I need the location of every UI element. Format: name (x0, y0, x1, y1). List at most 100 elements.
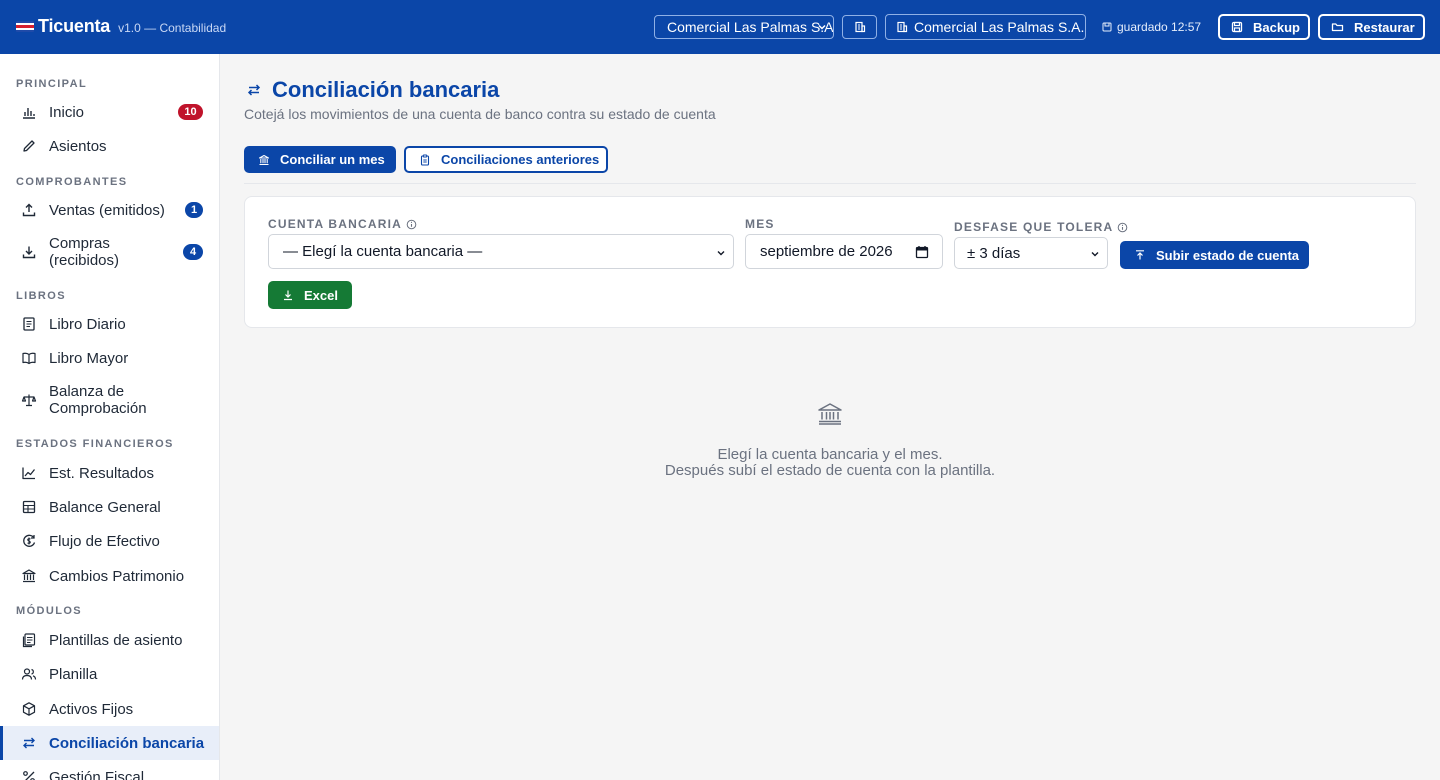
notification-badge: 10 (178, 104, 203, 120)
sidebar-item-libro-diario[interactable]: Libro Diario (0, 307, 219, 341)
saved-status-text: guardado 12:57 (1117, 20, 1202, 34)
sidebar-section-libros: LIBROS (16, 290, 66, 302)
upload-statement-button[interactable]: Subir estado de cuenta (1120, 241, 1309, 269)
info-icon[interactable] (406, 219, 417, 230)
empty-state-line-1: Elegí la cuenta bancaria y el mes. (717, 446, 943, 463)
restore-button[interactable]: Restaurar (1318, 14, 1425, 40)
sidebar-item-balanza[interactable]: Balanza de Comprobación (0, 375, 219, 425)
saved-status: guardado 12:57 (1102, 20, 1201, 34)
sidebar-item-inicio[interactable]: Inicio 10 (0, 95, 219, 129)
sidebar-item-flujo-efectivo[interactable]: Flujo de Efectivo (0, 524, 219, 558)
template-icon (22, 633, 36, 648)
sidebar-section-modulos: MÓDULOS (16, 605, 83, 617)
divider (244, 183, 1416, 184)
table-icon (22, 500, 36, 514)
sidebar-item-label: Conciliación bancaria (49, 734, 205, 752)
save-icon (1231, 21, 1243, 33)
clipboard-icon (420, 154, 430, 166)
sidebar-item-activos-fijos[interactable]: Activos Fijos (0, 692, 219, 726)
journal-icon (23, 317, 35, 331)
filters-card: CUENTA BANCARIA — Elegí la cuenta bancar… (244, 196, 1416, 328)
sidebar-item-label: Balanza de Comprobación (49, 383, 147, 417)
sidebar-item-label: Planilla (49, 665, 98, 683)
bank-icon (818, 403, 842, 425)
tab-conciliar-un-mes[interactable]: Conciliar un mes (244, 146, 396, 173)
download-icon (22, 246, 36, 259)
top-bar: Ticuenta v1.0 — Contabilidad Comercial L… (0, 0, 1440, 54)
sidebar-item-label: Cambios Patrimonio (49, 567, 185, 585)
sidebar-item-label: Inicio (49, 103, 85, 121)
bank-icon (22, 569, 36, 583)
upload-icon (22, 203, 36, 217)
brand[interactable]: Ticuenta v1.0 — Contabilidad (16, 16, 226, 37)
bar-chart-icon (23, 108, 35, 119)
sidebar-item-conciliacion-bancaria[interactable]: Conciliación bancaria (0, 726, 219, 760)
sidebar-item-label: Flujo de Efectivo (49, 532, 160, 550)
account-label: CUENTA BANCARIA (268, 217, 417, 231)
company-select[interactable]: Comercial Las Palmas S.A. (654, 15, 834, 39)
excel-download-button[interactable]: Excel (268, 281, 352, 309)
count-badge: 1 (185, 202, 203, 218)
sidebar-item-label: Gestión Fiscal (49, 768, 145, 780)
sidebar-item-planilla[interactable]: Planilla (0, 657, 219, 691)
company-name-button[interactable]: Comercial Las Palmas S.A. (885, 14, 1086, 40)
sidebar-section-comprobantes: COMPROBANTES (16, 176, 128, 188)
scale-icon (21, 394, 37, 407)
brand-name: Ticuenta (38, 16, 111, 36)
sidebar-item-label: Balance General (49, 498, 161, 516)
folder-icon (1331, 23, 1344, 32)
sidebar-item-label: Asientos (49, 137, 107, 155)
sidebar-item-label: Libro Mayor (49, 349, 129, 367)
backup-button-label: Backup (1253, 19, 1300, 35)
backup-button[interactable]: Backup (1218, 14, 1310, 40)
sidebar-item-plantillas[interactable]: Plantillas de asiento (0, 623, 219, 657)
sidebar-item-label: Compras (recibidos) (49, 235, 120, 269)
sidebar-item-label: Plantillas de asiento (49, 631, 183, 649)
tab-label: Conciliaciones anteriores (441, 152, 600, 167)
account-select-value: — Elegí la cuenta bancaria — (283, 243, 483, 260)
sidebar-item-label: Libro Diario (49, 315, 126, 333)
sidebar-item-gestion-fiscal[interactable]: Gestión Fiscal (0, 760, 219, 780)
chevron-down-icon (717, 251, 725, 256)
pencil-icon (23, 140, 35, 152)
sidebar-item-cambios-patrimonio[interactable]: Cambios Patrimonio (0, 559, 219, 593)
building-icon (897, 21, 908, 33)
sidebar-section-estados: ESTADOS FINANCIEROS (16, 438, 174, 450)
sidebar-item-label: Est. Resultados (49, 464, 155, 482)
tolerance-select[interactable]: ± 3 días (954, 237, 1108, 269)
page-subtitle: Cotejá los movimientos de una cuenta de … (244, 106, 716, 122)
calendar-icon[interactable] (915, 245, 929, 259)
empty-state-line-2: Después subí el estado de cuenta con la … (664, 462, 996, 479)
brand-version: v1.0 — Contabilidad (118, 20, 227, 35)
tolerance-select-value: ± 3 días (967, 244, 1021, 262)
company-name: Comercial Las Palmas S.A. (914, 19, 1085, 35)
sidebar-item-asientos[interactable]: Asientos (0, 129, 219, 163)
sidebar-item-balance-general[interactable]: Balance General (0, 490, 219, 524)
costa-rica-flag-icon (16, 21, 34, 32)
sidebar: PRINCIPAL Inicio 10 Asientos COMPROBANTE… (0, 54, 220, 780)
month-label: MES (745, 217, 775, 231)
tab-label: Conciliar un mes (280, 152, 385, 167)
cash-flow-icon (23, 534, 36, 547)
month-input-value: septiembre de 2026 (760, 243, 893, 260)
upload-statement-label: Subir estado de cuenta (1156, 247, 1300, 263)
users-icon (21, 668, 37, 680)
line-chart-icon (22, 467, 36, 480)
sidebar-item-compras[interactable]: Compras (recibidos) 4 (0, 227, 219, 277)
sidebar-item-libro-mayor[interactable]: Libro Mayor (0, 341, 219, 375)
tab-conciliaciones-anteriores[interactable]: Conciliaciones anteriores (404, 146, 608, 173)
excel-download-label: Excel (304, 287, 338, 303)
info-icon[interactable] (1117, 222, 1128, 233)
upload-icon (1136, 250, 1144, 260)
company-select-value: Comercial Las Palmas S.A. (667, 19, 834, 35)
month-input[interactable]: septiembre de 2026 (745, 234, 943, 269)
account-select[interactable]: — Elegí la cuenta bancaria — (268, 234, 734, 269)
restore-button-label: Restaurar (1354, 19, 1415, 35)
sidebar-item-est-resultados[interactable]: Est. Resultados (0, 456, 219, 490)
company-switch-button[interactable] (842, 15, 877, 39)
sidebar-item-label: Activos Fijos (49, 700, 134, 718)
percent-icon (23, 771, 35, 780)
swap-icon (247, 84, 261, 96)
account-label-text: CUENTA BANCARIA (268, 217, 402, 231)
sidebar-item-ventas[interactable]: Ventas (emitidos) 1 (0, 193, 219, 227)
